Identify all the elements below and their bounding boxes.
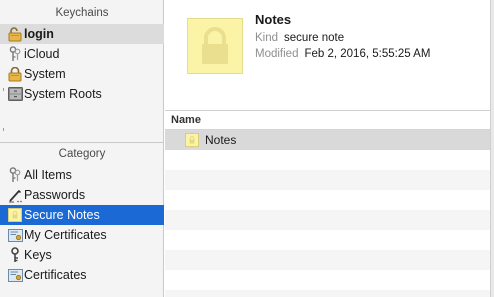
sidebar-item-label: Certificates	[24, 268, 87, 282]
cabinet-icon	[7, 86, 23, 102]
keys-icon	[7, 46, 23, 62]
table-rows: Notes	[165, 130, 494, 297]
sidebar-item-system[interactable]: System	[0, 64, 164, 84]
sidebar-item-secure-notes[interactable]: Secure Notes	[0, 205, 164, 225]
sidebar-item-label: System	[24, 67, 66, 81]
sidebar-item-label: login	[24, 27, 54, 41]
sidebar-item-label: Passwords	[24, 188, 86, 202]
table-row-empty	[165, 290, 494, 297]
keys-icon	[7, 167, 23, 183]
sidebar-item-label: All Items	[24, 168, 72, 182]
column-header-name[interactable]: Name	[165, 111, 494, 130]
modified-value: Feb 2, 2016, 5:55:25 AM	[304, 48, 431, 60]
item-detail-panel: Notes Kind secure note Modified Feb 2, 201…	[165, 0, 494, 110]
splitter-mark	[3, 88, 6, 91]
sidebar-item-passwords[interactable]: Passwords	[0, 185, 164, 205]
sidebar-item-login[interactable]: login	[0, 24, 164, 44]
item-title: Notes	[255, 12, 292, 27]
sidebar-item-system-roots[interactable]: System Roots	[0, 84, 164, 104]
item-modified-row: Modified Feb 2, 2016, 5:55:25 AM	[255, 48, 430, 60]
keychains-header: Keychains	[55, 7, 109, 19]
sidebar-item-label: System Roots	[24, 87, 102, 101]
certificate-icon	[7, 227, 23, 243]
note-icon	[185, 133, 199, 147]
table-row-empty	[165, 210, 494, 230]
sidebar: Keychains login iCloud System System Roo…	[0, 0, 164, 297]
pen-icon	[7, 187, 23, 203]
key-icon	[7, 247, 23, 263]
category-header: Category	[58, 148, 106, 160]
sidebar-item-all-items[interactable]: All Items	[0, 165, 164, 185]
table-row-empty	[165, 270, 494, 290]
table-row-empty	[165, 250, 494, 270]
kind-value: secure note	[284, 32, 345, 44]
sidebar-item-label: My Certificates	[24, 228, 107, 242]
lock-icon	[7, 66, 23, 82]
category-list: All Items Passwords Secure Notes My Cert…	[0, 165, 164, 285]
table-row-empty	[165, 230, 494, 250]
lock-open-icon	[7, 26, 23, 42]
sidebar-item-label: iCloud	[24, 47, 60, 61]
table-row[interactable]: Notes	[165, 130, 494, 150]
item-kind-row: Kind secure note	[255, 32, 344, 44]
sidebar-item-my-certificates[interactable]: My Certificates	[0, 225, 164, 245]
table-row-empty	[165, 150, 494, 170]
window-right-edge	[490, 0, 494, 297]
keychains-list: login iCloud System System Roots	[0, 24, 164, 104]
table-row-empty	[165, 170, 494, 190]
sidebar-item-label: Keys	[24, 248, 52, 262]
certificate-icon	[7, 267, 23, 283]
splitter-mark	[3, 128, 6, 131]
modified-label: Modified	[255, 48, 299, 60]
sidebar-item-certificates[interactable]: Certificates	[0, 265, 164, 285]
secure-note-large-icon	[187, 18, 243, 74]
sidebar-item-label: Secure Notes	[24, 208, 100, 222]
row-name: Notes	[205, 133, 237, 147]
kind-label: Kind	[255, 32, 279, 44]
items-table: Name Notes	[165, 110, 494, 297]
sidebar-item-keys[interactable]: Keys	[0, 245, 164, 265]
sidebar-item-icloud[interactable]: iCloud	[0, 44, 164, 64]
note-icon	[7, 207, 23, 223]
table-row-empty	[165, 190, 494, 210]
